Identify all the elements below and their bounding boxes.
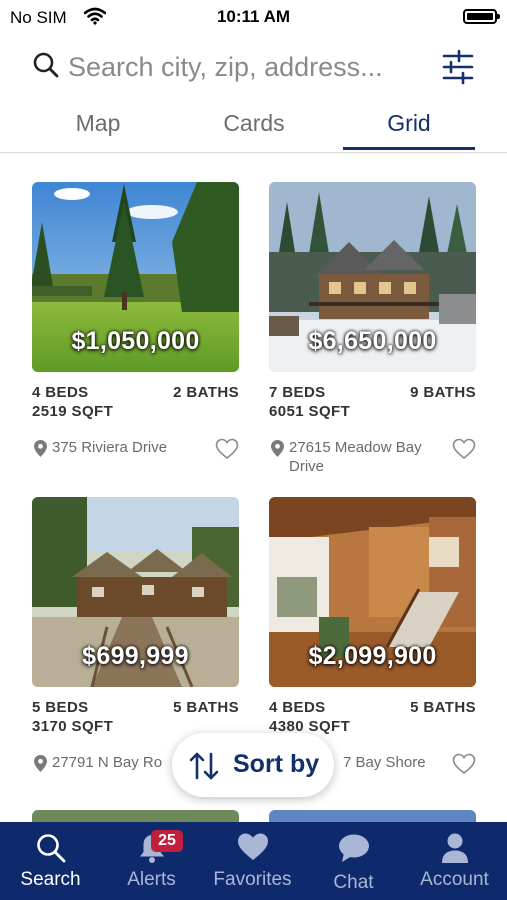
favorite-heart-icon[interactable] bbox=[452, 438, 476, 460]
nav-search-label: Search bbox=[20, 869, 81, 890]
status-bar: No SIM 10:11 AM bbox=[0, 0, 507, 34]
search-input[interactable] bbox=[68, 50, 428, 84]
listing-photo[interactable]: $2,099,900 bbox=[269, 497, 476, 687]
nav-account-label: Account bbox=[420, 869, 489, 890]
nav-favorites-label: Favorites bbox=[213, 869, 292, 890]
heart-icon bbox=[237, 833, 268, 860]
search-icon bbox=[33, 52, 59, 78]
listing-facts: 4 BEDS 5 BATHS bbox=[269, 699, 476, 718]
listing-grid: $1,050,000 4 BEDS 2 BATHS 2519 SQFT 375 … bbox=[0, 182, 507, 822]
listing-price: $1,050,000 bbox=[71, 327, 200, 355]
listing-photo[interactable]: $6,650,000 bbox=[269, 182, 476, 372]
nav-search[interactable]: Search bbox=[0, 822, 101, 900]
search-bar bbox=[0, 44, 507, 94]
listing-facts: 4 BEDS 2 BATHS bbox=[32, 384, 239, 403]
listing-baths: 5 BATHS bbox=[173, 699, 239, 716]
listing-photo-peek bbox=[32, 810, 239, 822]
tab-map[interactable]: Map bbox=[32, 110, 164, 137]
listing-photo[interactable]: $699,999 bbox=[32, 497, 239, 687]
listing-facts: 7 BEDS 9 BATHS bbox=[269, 384, 476, 403]
listing-address: 375 Riviera Drive bbox=[52, 439, 168, 456]
listing-price: $6,650,000 bbox=[308, 327, 437, 355]
listing-sqft: 6051 SQFT bbox=[269, 403, 351, 420]
person-icon bbox=[441, 833, 468, 863]
listing-address-row: 375 Riviera Drive bbox=[32, 438, 239, 478]
clock: 10:11 AM bbox=[216, 7, 291, 26]
tab-grid[interactable]: Grid bbox=[343, 110, 475, 137]
bottom-tab-bar: Search 25 Alerts Favorites Chat Account bbox=[0, 822, 507, 900]
listing-card[interactable]: $6,650,000 7 BEDS 9 BATHS 6051 SQFT 2761… bbox=[269, 182, 476, 478]
filter-sliders-icon[interactable] bbox=[441, 49, 475, 85]
nav-favorites[interactable]: Favorites bbox=[202, 822, 303, 900]
listing-address-row: 27615 Meadow Bay Drive bbox=[269, 438, 476, 478]
nav-alerts-label: Alerts bbox=[127, 869, 176, 890]
listing-facts: 5 BEDS 5 BATHS bbox=[32, 699, 239, 718]
active-tab-indicator bbox=[343, 147, 475, 150]
nav-chat-label: Chat bbox=[333, 872, 374, 893]
listing-baths: 2 BATHS bbox=[173, 384, 239, 401]
location-pin-icon bbox=[271, 440, 284, 457]
alerts-badge: 25 bbox=[151, 830, 183, 852]
favorite-heart-icon[interactable] bbox=[452, 753, 476, 775]
search-icon bbox=[36, 834, 65, 863]
tab-cards[interactable]: Cards bbox=[188, 110, 320, 137]
listing-size: 6051 SQFT bbox=[269, 403, 476, 422]
view-tabs: Map Cards Grid bbox=[0, 100, 507, 153]
location-pin-icon bbox=[34, 755, 47, 772]
listing-beds: 7 BEDS bbox=[269, 384, 326, 401]
listing-photo-peek bbox=[269, 810, 476, 822]
nav-chat[interactable]: Chat bbox=[303, 822, 404, 900]
sort-label: Sort by bbox=[233, 750, 320, 778]
listing-beds: 5 BEDS bbox=[32, 699, 89, 716]
listing-address: 27615 Meadow Bay Drive bbox=[289, 439, 422, 475]
listing-photo[interactable]: $1,050,000 bbox=[32, 182, 239, 372]
sort-arrows-icon bbox=[189, 752, 219, 780]
listing-baths: 9 BATHS bbox=[410, 384, 476, 401]
location-pin-icon bbox=[34, 440, 47, 457]
listing-card[interactable]: $1,050,000 4 BEDS 2 BATHS 2519 SQFT 375 … bbox=[32, 182, 239, 478]
listing-price: $699,999 bbox=[82, 642, 189, 670]
listing-price: $2,099,900 bbox=[308, 642, 437, 670]
listing-beds: 4 BEDS bbox=[32, 384, 89, 401]
listing-size: 2519 SQFT bbox=[32, 403, 239, 422]
sort-button[interactable]: Sort by bbox=[172, 733, 334, 797]
nav-account[interactable]: Account bbox=[404, 822, 505, 900]
chat-bubble-icon bbox=[338, 834, 369, 862]
listing-baths: 5 BATHS bbox=[410, 699, 476, 716]
listing-sqft: 2519 SQFT bbox=[32, 403, 114, 420]
battery-icon bbox=[463, 9, 500, 24]
listing-beds: 4 BEDS bbox=[269, 699, 326, 716]
favorite-heart-icon[interactable] bbox=[215, 438, 239, 460]
listing-sqft: 3170 SQFT bbox=[32, 718, 114, 735]
nav-alerts[interactable]: 25 Alerts bbox=[101, 822, 202, 900]
